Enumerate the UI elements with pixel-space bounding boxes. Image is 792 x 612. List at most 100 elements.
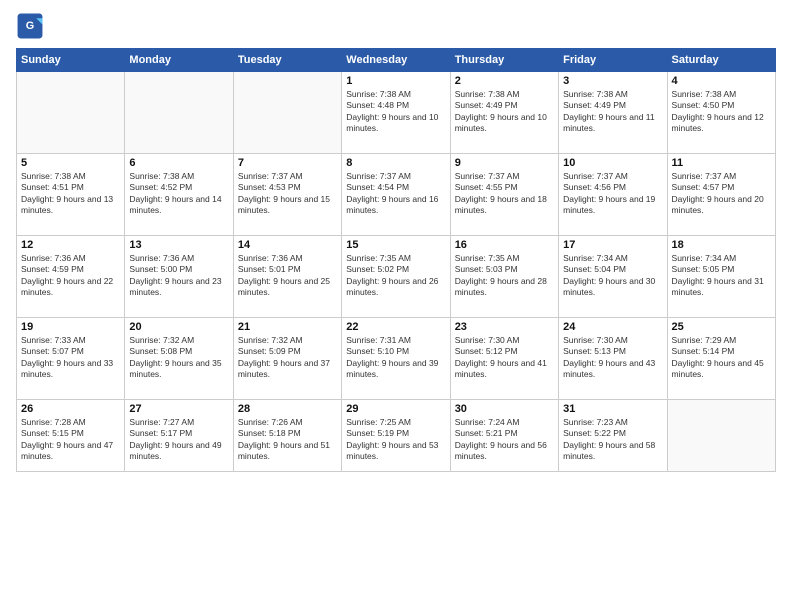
calendar-cell: 13 Sunrise: 7:36 AM Sunset: 5:00 PM Dayli… xyxy=(125,236,233,318)
day-number: 20 xyxy=(129,321,228,333)
header-day-thursday: Thursday xyxy=(450,49,558,72)
cell-details: Sunrise: 7:37 AM Sunset: 4:56 PM Dayligh… xyxy=(563,171,662,217)
day-number: 31 xyxy=(563,403,662,415)
cell-details: Sunrise: 7:26 AM Sunset: 5:18 PM Dayligh… xyxy=(238,417,337,463)
cell-details: Sunrise: 7:36 AM Sunset: 5:01 PM Dayligh… xyxy=(238,253,337,299)
svg-text:G: G xyxy=(26,20,34,32)
header-day-monday: Monday xyxy=(125,49,233,72)
calendar-cell: 6Sunrise: 7:38 AM Sunset: 4:52 PM Daylig… xyxy=(125,154,233,236)
calendar-cell xyxy=(667,400,775,472)
day-number: 29 xyxy=(346,403,445,415)
day-number: 30 xyxy=(455,403,554,415)
day-number: 15 xyxy=(346,239,445,251)
cell-details: Sunrise: 7:34 AM Sunset: 5:05 PM Dayligh… xyxy=(672,253,771,299)
logo-icon: G xyxy=(16,12,44,40)
calendar-cell: 27 Sunrise: 7:27 AM Sunset: 5:17 PM Dayli… xyxy=(125,400,233,472)
cell-details: Sunrise: 7:29 AM Sunset: 5:14 PM Dayligh… xyxy=(672,335,771,381)
day-number: 7 xyxy=(238,157,337,169)
cell-details: Sunrise: 7:37 AM Sunset: 4:53 PM Dayligh… xyxy=(238,171,337,217)
day-number: 25 xyxy=(672,321,771,333)
day-number: 3 xyxy=(563,75,662,87)
header-day-sunday: Sunday xyxy=(17,49,125,72)
calendar-page: G SundayMondayTuesdayWednesdayThursdayFr… xyxy=(0,0,792,612)
day-number: 4 xyxy=(672,75,771,87)
week-row-2: 5 Sunrise: 7:38 AM Sunset: 4:51 PM Daylig… xyxy=(17,154,776,236)
day-number: 8 xyxy=(346,157,445,169)
day-number: 24 xyxy=(563,321,662,333)
header-row: SundayMondayTuesdayWednesdayThursdayFrid… xyxy=(17,49,776,72)
calendar-cell: 2 Sunrise: 7:38 AM Sunset: 4:49 PM Daylig… xyxy=(450,72,558,154)
cell-details: Sunrise: 7:35 AM Sunset: 5:02 PM Dayligh… xyxy=(346,253,445,299)
cell-details: Sunrise: 7:28 AM Sunset: 5:15 PM Dayligh… xyxy=(21,417,120,463)
day-number: 11 xyxy=(672,157,771,169)
calendar-cell: 24 Sunrise: 7:30 AM Sunset: 5:13 PM Dayli… xyxy=(559,318,667,400)
cell-details: Sunrise: 7:38 AM Sunset: 4:52 PM Dayligh… xyxy=(129,171,228,217)
calendar-cell: 22 Sunrise: 7:31 AM Sunset: 5:10 PM Dayli… xyxy=(342,318,450,400)
header-day-friday: Friday xyxy=(559,49,667,72)
header: G xyxy=(16,12,776,40)
day-number: 13 xyxy=(129,239,228,251)
day-number: 26 xyxy=(21,403,120,415)
calendar-cell: 18Sunrise: 7:34 AM Sunset: 5:05 PM Dayli… xyxy=(667,236,775,318)
day-number: 16 xyxy=(455,239,554,251)
day-number: 1 xyxy=(346,75,445,87)
calendar-cell: 11 Sunrise: 7:37 AM Sunset: 4:57 PM Dayli… xyxy=(667,154,775,236)
cell-details: Sunrise: 7:36 AM Sunset: 5:00 PM Dayligh… xyxy=(129,253,228,299)
day-number: 21 xyxy=(238,321,337,333)
calendar-cell: 16 Sunrise: 7:35 AM Sunset: 5:03 PM Dayli… xyxy=(450,236,558,318)
calendar-cell: 25 Sunrise: 7:29 AM Sunset: 5:14 PM Dayli… xyxy=(667,318,775,400)
calendar-cell: 28 Sunrise: 7:26 AM Sunset: 5:18 PM Dayli… xyxy=(233,400,341,472)
cell-details: Sunrise: 7:25 AM Sunset: 5:19 PM Dayligh… xyxy=(346,417,445,463)
calendar-cell: 21 Sunrise: 7:32 AM Sunset: 5:09 PM Dayli… xyxy=(233,318,341,400)
cell-details: Sunrise: 7:38 AM Sunset: 4:49 PM Dayligh… xyxy=(455,89,554,135)
week-row-4: 19Sunrise: 7:33 AM Sunset: 5:07 PM Dayli… xyxy=(17,318,776,400)
week-row-3: 12 Sunrise: 7:36 AM Sunset: 4:59 PM Dayli… xyxy=(17,236,776,318)
cell-details: Sunrise: 7:37 AM Sunset: 4:57 PM Dayligh… xyxy=(672,171,771,217)
cell-details: Sunrise: 7:24 AM Sunset: 5:21 PM Dayligh… xyxy=(455,417,554,463)
calendar-cell xyxy=(125,72,233,154)
cell-details: Sunrise: 7:36 AM Sunset: 4:59 PM Dayligh… xyxy=(21,253,120,299)
calendar-cell: 1Sunrise: 7:38 AM Sunset: 4:48 PM Daylig… xyxy=(342,72,450,154)
cell-details: Sunrise: 7:27 AM Sunset: 5:17 PM Dayligh… xyxy=(129,417,228,463)
day-number: 10 xyxy=(563,157,662,169)
day-number: 23 xyxy=(455,321,554,333)
day-number: 9 xyxy=(455,157,554,169)
week-row-5: 26 Sunrise: 7:28 AM Sunset: 5:15 PM Dayli… xyxy=(17,400,776,472)
day-number: 14 xyxy=(238,239,337,251)
calendar-table: SundayMondayTuesdayWednesdayThursdayFrid… xyxy=(16,48,776,472)
calendar-cell: 12 Sunrise: 7:36 AM Sunset: 4:59 PM Dayli… xyxy=(17,236,125,318)
day-number: 27 xyxy=(129,403,228,415)
day-number: 17 xyxy=(563,239,662,251)
cell-details: Sunrise: 7:34 AM Sunset: 5:04 PM Dayligh… xyxy=(563,253,662,299)
cell-details: Sunrise: 7:38 AM Sunset: 4:51 PM Dayligh… xyxy=(21,171,120,217)
week-row-1: 1Sunrise: 7:38 AM Sunset: 4:48 PM Daylig… xyxy=(17,72,776,154)
day-number: 2 xyxy=(455,75,554,87)
cell-details: Sunrise: 7:38 AM Sunset: 4:50 PM Dayligh… xyxy=(672,89,771,135)
cell-details: Sunrise: 7:30 AM Sunset: 5:12 PM Dayligh… xyxy=(455,335,554,381)
calendar-cell: 9 Sunrise: 7:37 AM Sunset: 4:55 PM Daylig… xyxy=(450,154,558,236)
calendar-cell xyxy=(233,72,341,154)
calendar-cell: 31Sunrise: 7:23 AM Sunset: 5:22 PM Dayli… xyxy=(559,400,667,472)
day-number: 12 xyxy=(21,239,120,251)
cell-details: Sunrise: 7:32 AM Sunset: 5:09 PM Dayligh… xyxy=(238,335,337,381)
calendar-cell: 17 Sunrise: 7:34 AM Sunset: 5:04 PM Dayli… xyxy=(559,236,667,318)
day-number: 28 xyxy=(238,403,337,415)
calendar-cell: 14 Sunrise: 7:36 AM Sunset: 5:01 PM Dayli… xyxy=(233,236,341,318)
calendar-cell: 19Sunrise: 7:33 AM Sunset: 5:07 PM Dayli… xyxy=(17,318,125,400)
cell-details: Sunrise: 7:30 AM Sunset: 5:13 PM Dayligh… xyxy=(563,335,662,381)
calendar-cell: 8Sunrise: 7:37 AM Sunset: 4:54 PM Daylig… xyxy=(342,154,450,236)
header-day-saturday: Saturday xyxy=(667,49,775,72)
calendar-cell: 23 Sunrise: 7:30 AM Sunset: 5:12 PM Dayli… xyxy=(450,318,558,400)
calendar-cell xyxy=(17,72,125,154)
header-day-tuesday: Tuesday xyxy=(233,49,341,72)
cell-details: Sunrise: 7:38 AM Sunset: 4:49 PM Dayligh… xyxy=(563,89,662,135)
day-number: 22 xyxy=(346,321,445,333)
calendar-cell: 26 Sunrise: 7:28 AM Sunset: 5:15 PM Dayli… xyxy=(17,400,125,472)
cell-details: Sunrise: 7:37 AM Sunset: 4:55 PM Dayligh… xyxy=(455,171,554,217)
day-number: 5 xyxy=(21,157,120,169)
cell-details: Sunrise: 7:35 AM Sunset: 5:03 PM Dayligh… xyxy=(455,253,554,299)
logo: G xyxy=(16,12,48,40)
calendar-cell: 4 Sunrise: 7:38 AM Sunset: 4:50 PM Daylig… xyxy=(667,72,775,154)
day-number: 19 xyxy=(21,321,120,333)
cell-details: Sunrise: 7:31 AM Sunset: 5:10 PM Dayligh… xyxy=(346,335,445,381)
